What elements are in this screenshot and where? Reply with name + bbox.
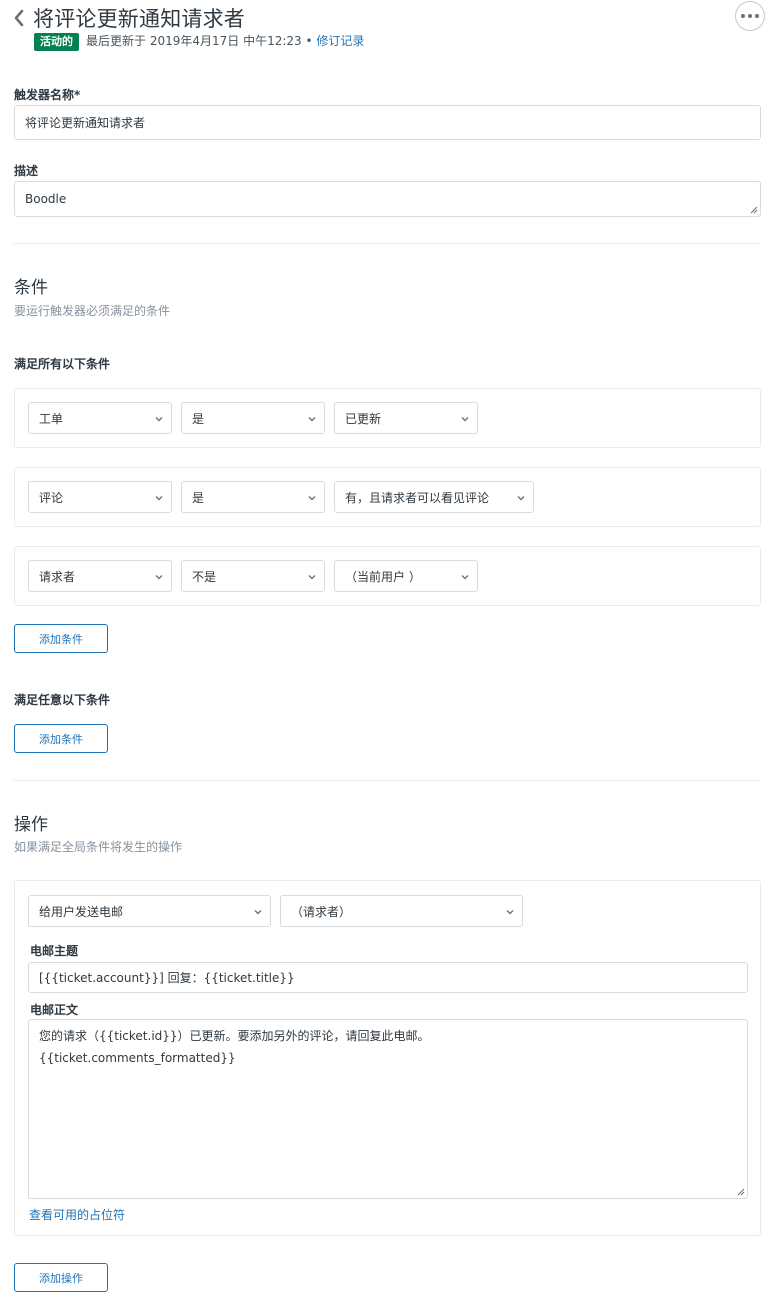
- condition-operator-value: 是: [192, 411, 205, 426]
- condition-operator-select[interactable]: 是: [181, 402, 325, 434]
- email-subject-label: 电邮主题: [30, 944, 79, 958]
- chevron-down-icon: [517, 496, 525, 501]
- any-conditions-label: 满足任意以下条件: [14, 693, 111, 707]
- chevron-down-icon: [461, 575, 469, 580]
- action-target-value: （请求者）: [291, 904, 352, 919]
- condition-field-value: 请求者: [39, 569, 76, 584]
- all-conditions-label: 满足所有以下条件: [14, 357, 111, 371]
- chevron-down-icon: [308, 575, 316, 580]
- last-updated-meta: 最后更新于 2019年4月17日 中午12:23 • 修订记录: [86, 34, 364, 49]
- condition-row: 评论 是 有，且请求者可以看见评论: [14, 467, 761, 527]
- action-target-select[interactable]: （请求者）: [280, 895, 523, 927]
- chevron-down-icon: [254, 910, 262, 915]
- condition-value-text: 已更新: [345, 411, 382, 426]
- email-subject-input[interactable]: [{{ticket.account}}] 回复：{{ticket.title}}: [28, 962, 748, 993]
- condition-operator-value: 不是: [192, 569, 217, 584]
- condition-operator-select[interactable]: 不是: [181, 560, 325, 592]
- condition-row: 工单 是 已更新: [14, 388, 761, 448]
- description-value: Boodle: [25, 192, 67, 206]
- action-type-select[interactable]: 给用户发送电邮: [28, 895, 271, 927]
- condition-field-select[interactable]: 请求者: [28, 560, 172, 592]
- section-divider: [14, 243, 761, 244]
- condition-value-select[interactable]: 有，且请求者可以看见评论: [334, 481, 534, 513]
- chevron-down-icon: [506, 910, 514, 915]
- last-updated-text: 最后更新于 2019年4月17日 中午12:23 •: [86, 34, 313, 48]
- email-body-textarea[interactable]: 您的请求（{{ticket.id}}）已更新。要添加另外的评论，请回复此电邮。 …: [28, 1019, 748, 1199]
- condition-row: 请求者 不是 （当前用户 ）: [14, 546, 761, 606]
- add-all-condition-button[interactable]: 添加条件: [14, 624, 108, 653]
- condition-operator-select[interactable]: 是: [181, 481, 325, 513]
- condition-operator-value: 是: [192, 490, 205, 505]
- chevron-down-icon: [461, 417, 469, 422]
- add-action-button[interactable]: 添加操作: [14, 1263, 108, 1292]
- email-body-line: {{ticket.comments_formatted}}: [39, 1051, 236, 1065]
- view-placeholders-link[interactable]: 查看可用的占位符: [29, 1206, 125, 1223]
- description-textarea[interactable]: Boodle: [14, 181, 761, 217]
- resize-grip-icon[interactable]: [749, 205, 758, 214]
- more-options-icon[interactable]: [735, 1, 765, 31]
- status-badge: 活动的: [34, 33, 79, 51]
- revisions-link[interactable]: 修订记录: [316, 34, 364, 48]
- condition-field-select[interactable]: 工单: [28, 402, 172, 434]
- page-title: 将评论更新通知请求者: [33, 7, 245, 31]
- chevron-down-icon: [308, 417, 316, 422]
- condition-field-select[interactable]: 评论: [28, 481, 172, 513]
- chevron-down-icon: [155, 496, 163, 501]
- condition-value-select[interactable]: （当前用户 ）: [334, 560, 478, 592]
- chevron-down-icon: [308, 496, 316, 501]
- email-body-line: 您的请求（{{ticket.id}}）已更新。要添加另外的评论，请回复此电邮。: [39, 1029, 430, 1043]
- action-card: 给用户发送电邮 （请求者） 电邮主题 [{{ticket.account}}] …: [14, 880, 761, 1236]
- section-divider: [14, 780, 761, 781]
- actions-title: 操作: [14, 815, 48, 835]
- conditions-subtitle: 要运行触发器必须满足的条件: [14, 304, 171, 318]
- condition-value-text: 有，且请求者可以看见评论: [345, 490, 490, 505]
- resize-grip-icon[interactable]: [736, 1187, 745, 1196]
- trigger-name-input[interactable]: 将评论更新通知请求者: [14, 105, 761, 140]
- condition-field-value: 工单: [39, 411, 64, 426]
- conditions-title: 条件: [14, 278, 48, 298]
- condition-field-value: 评论: [39, 490, 64, 505]
- actions-subtitle: 如果满足全局条件将发生的操作: [14, 840, 183, 854]
- chevron-down-icon: [155, 575, 163, 580]
- back-chevron-icon[interactable]: [11, 6, 27, 30]
- trigger-name-label: 触发器名称*: [14, 88, 81, 102]
- condition-value-select[interactable]: 已更新: [334, 402, 478, 434]
- email-body-label: 电邮正文: [30, 1003, 79, 1017]
- chevron-down-icon: [155, 417, 163, 422]
- add-any-condition-button[interactable]: 添加条件: [14, 724, 108, 753]
- condition-value-text: （当前用户 ）: [345, 569, 421, 584]
- action-type-value: 给用户发送电邮: [39, 904, 124, 919]
- description-label: 描述: [14, 164, 39, 178]
